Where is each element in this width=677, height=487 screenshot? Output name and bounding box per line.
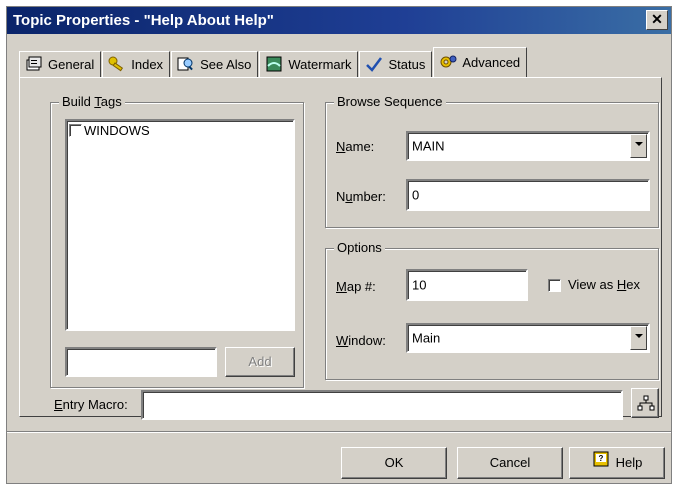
name-label: Name: — [336, 139, 375, 154]
svg-text:?: ? — [598, 454, 603, 463]
advanced-icon — [438, 54, 458, 72]
window-title: Topic Properties - "Help About Help" — [13, 12, 274, 29]
build-tag-input[interactable] — [65, 347, 217, 377]
entry-macro-label: Entry Macro: — [54, 397, 128, 412]
view-as-hex-checkbox[interactable] — [548, 279, 561, 292]
chevron-down-icon[interactable] — [630, 134, 647, 158]
help-button[interactable]: ? Help — [569, 447, 665, 479]
number-label: Number: — [336, 189, 386, 204]
topic-properties-dialog: Topic Properties - "Help About Help" ✕ G… — [6, 6, 672, 484]
tab-status[interactable]: Status — [359, 51, 433, 77]
chevron-down-icon[interactable] — [630, 326, 647, 350]
map-number-input[interactable]: 10 — [406, 269, 528, 301]
add-button[interactable]: Add — [225, 347, 295, 377]
map-label: Map #: — [336, 279, 376, 294]
close-button[interactable]: ✕ — [646, 10, 668, 30]
window-dropdown[interactable]: Main — [406, 323, 650, 353]
tab-status-label: Status — [388, 57, 426, 72]
window-label: Window: — [336, 333, 386, 348]
watermark-icon — [264, 56, 284, 74]
tab-general[interactable]: General — [19, 51, 102, 77]
windows-tag-label: WINDOWS — [84, 123, 150, 138]
title-bar[interactable]: Topic Properties - "Help About Help" ✕ — [7, 7, 671, 34]
view-as-hex-label: View as Hex — [568, 277, 641, 292]
build-tags-list[interactable]: WINDOWS — [65, 119, 295, 331]
browse-sequence-title: Browse Sequence — [334, 94, 446, 110]
see-also-icon — [176, 56, 196, 74]
tab-index[interactable]: Index — [102, 51, 171, 77]
tab-see-also-label: See Also — [200, 57, 252, 72]
name-dropdown[interactable]: MAIN — [406, 131, 650, 161]
close-icon: ✕ — [651, 11, 663, 27]
tab-see-also[interactable]: See Also — [171, 51, 259, 77]
ok-button[interactable]: OK — [341, 447, 447, 479]
tab-strip: General Index See Also Watermark Status — [19, 47, 528, 77]
entry-macro-input[interactable] — [141, 390, 623, 420]
macro-tree-icon — [637, 395, 655, 414]
build-tags-title: Build Tags — [59, 94, 125, 110]
tab-watermark-label: Watermark — [288, 57, 352, 72]
keys-icon — [107, 56, 127, 74]
options-group: Options Map #: 10 View as Hex Window: Ma… — [325, 240, 659, 380]
tab-advanced-label: Advanced — [462, 55, 521, 70]
browse-sequence-group: Browse Sequence Name: MAIN Number: 0 — [325, 94, 659, 228]
tab-general-label: General — [48, 57, 95, 72]
list-item[interactable]: WINDOWS — [69, 123, 150, 138]
tab-index-label: Index — [131, 57, 164, 72]
cancel-button[interactable]: Cancel — [457, 447, 563, 479]
tab-watermark[interactable]: Watermark — [259, 51, 359, 77]
build-tags-group: Build Tags WINDOWS Add — [50, 94, 304, 388]
options-title: Options — [334, 240, 385, 256]
windows-tag-checkbox[interactable] — [69, 124, 82, 137]
help-book-icon: ? — [592, 449, 610, 479]
separator — [7, 431, 671, 433]
number-input[interactable]: 0 — [406, 179, 650, 211]
general-properties-icon — [24, 56, 44, 74]
checkmark-icon — [364, 56, 384, 74]
macro-builder-button[interactable] — [631, 388, 659, 418]
advanced-panel: Build Tags WINDOWS Add Browse Sequence N… — [19, 77, 662, 420]
tab-advanced[interactable]: Advanced — [433, 47, 528, 77]
